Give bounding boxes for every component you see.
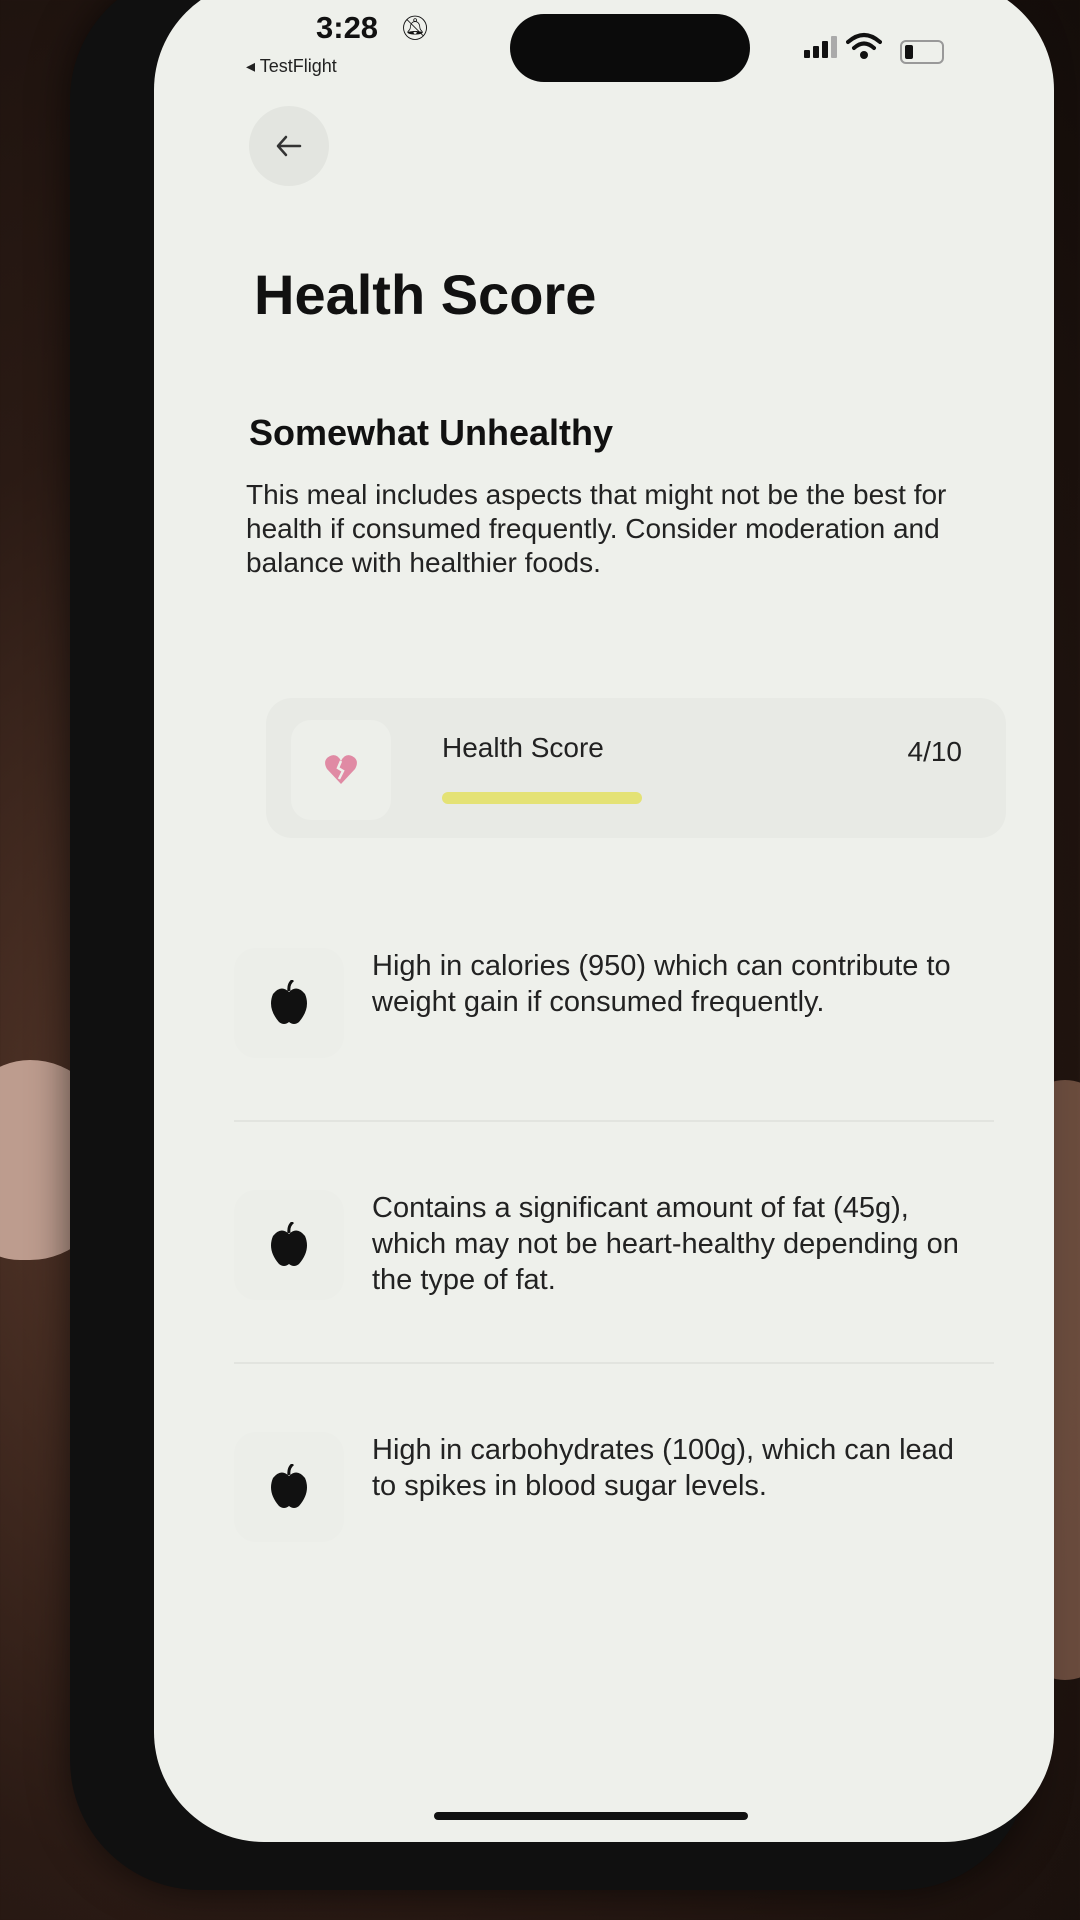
note-item: High in calories (950) which can contrib… [234, 948, 1034, 1108]
battery-icon [900, 40, 944, 64]
note-text: Contains a significant amount of fat (45… [372, 1192, 959, 1296]
rating-description: This meal includes aspects that might no… [246, 479, 947, 578]
note-icon-container [234, 1190, 344, 1300]
note-item: High in carbohydrates (100g), which can … [234, 1432, 1034, 1592]
note-text: High in carbohydrates (100g), which can … [372, 1434, 954, 1502]
note-icon-container [234, 1432, 344, 1542]
wifi-icon [846, 33, 882, 59]
back-to-app-link[interactable]: ◂ TestFlight [246, 56, 337, 77]
note-icon-container [234, 948, 344, 1058]
divider [234, 1120, 994, 1122]
dynamic-island [510, 14, 750, 82]
page-title: Health Score [254, 263, 597, 326]
arrow-left-icon [276, 135, 302, 157]
score-value: 4/10 [907, 736, 963, 767]
note-item: Contains a significant amount of fat (45… [234, 1190, 1034, 1350]
rating-heading: Somewhat Unhealthy [249, 412, 614, 453]
cellular-signal-icon [804, 36, 840, 58]
apple-icon [271, 1464, 307, 1508]
home-indicator[interactable] [434, 1812, 748, 1820]
broken-heart-icon [325, 755, 357, 784]
score-progress-fill [442, 792, 642, 804]
back-button[interactable] [249, 106, 329, 186]
apple-icon [271, 1222, 307, 1266]
score-icon-container [291, 720, 391, 820]
status-time: 3:28 [316, 10, 379, 45]
score-label: Health Score [442, 732, 604, 763]
health-score-card: Health Score 4/10 [266, 698, 1006, 838]
app-screen: 3:28 🔕︎ ◂ TestFlight Health Score Somewh… [154, 0, 1054, 1842]
apple-icon [271, 980, 307, 1024]
note-text: High in calories (950) which can contrib… [372, 950, 951, 1018]
silent-bell-icon: 🔕︎ [400, 14, 431, 42]
score-progress-bar [442, 792, 942, 804]
phone-frame: 3:28 🔕︎ ◂ TestFlight Health Score Somewh… [70, 0, 1054, 1890]
divider [234, 1362, 994, 1364]
